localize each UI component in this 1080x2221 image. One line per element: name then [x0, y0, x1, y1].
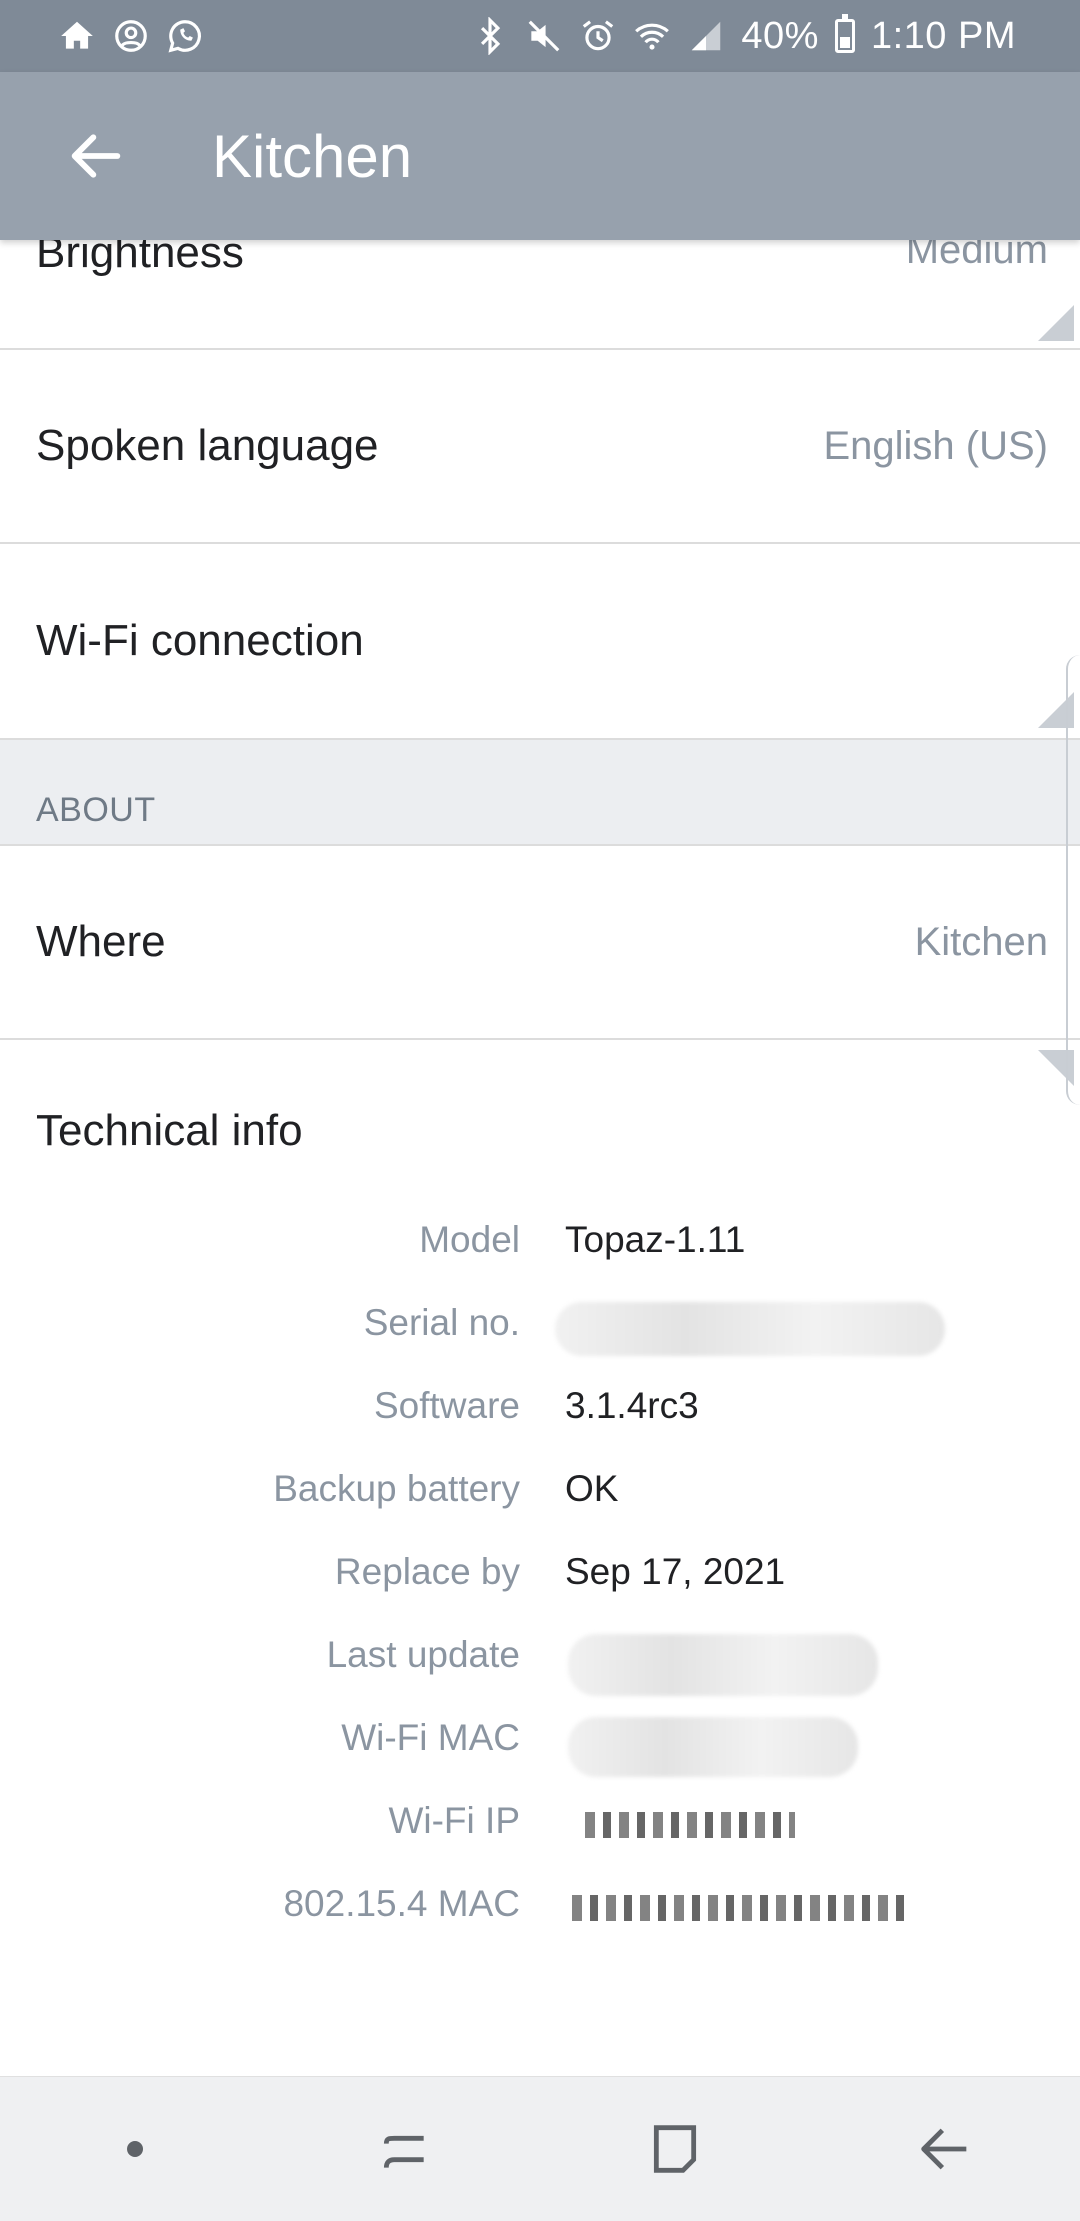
page-title: Kitchen	[212, 122, 413, 190]
info-row-serial: Serial no.	[0, 1288, 1080, 1371]
recent-apps-icon	[383, 2135, 424, 2168]
redacted-value	[585, 1812, 795, 1838]
info-key: 802.15.4 MAC	[283, 1883, 520, 1924]
wifi-connection-label: Wi-Fi connection	[36, 616, 364, 665]
battery-percent: 40%	[741, 14, 819, 57]
status-left-icons	[58, 17, 204, 55]
redacted-value	[568, 1717, 858, 1777]
info-key: Serial no.	[363, 1302, 520, 1343]
arrow-left-icon	[71, 134, 121, 178]
info-key: Model	[419, 1219, 520, 1260]
clock: 1:10 PM	[870, 14, 1016, 57]
signal-icon	[687, 17, 725, 55]
info-row-802154-mac: 802.15.4 MAC	[0, 1869, 1080, 1952]
info-value: 3.1.4rc3	[565, 1385, 699, 1426]
scrollbar[interactable]	[1066, 655, 1080, 1105]
info-key: Last update	[326, 1634, 520, 1675]
bluetooth-icon	[471, 17, 509, 55]
info-row-model: Model Topaz-1.11	[0, 1205, 1080, 1288]
info-row-replace-by: Replace by Sep 17, 2021	[0, 1537, 1080, 1620]
redacted-value	[572, 1895, 907, 1921]
where-label: Where	[36, 917, 166, 966]
technical-info-list: Model Topaz-1.11 Serial no. Software 3.1…	[0, 1205, 1080, 1952]
navigation-bar	[0, 2076, 1080, 2221]
redacted-value	[568, 1634, 878, 1696]
about-section-header: ABOUT	[0, 740, 1080, 846]
technical-info-title: Technical info	[36, 1106, 303, 1155]
brightness-corner-indicator	[1038, 305, 1074, 341]
info-key: Wi-Fi IP	[388, 1800, 520, 1841]
status-bar: 40% 1:10 PM	[0, 0, 1080, 72]
home-button[interactable]	[620, 2094, 730, 2204]
nav-dot-button[interactable]	[80, 2094, 190, 2204]
info-value: OK	[565, 1468, 619, 1509]
spoken-language-row[interactable]: Spoken language English (US)	[0, 350, 1080, 544]
about-section-title: ABOUT	[36, 791, 156, 829]
info-row-wifi-ip: Wi-Fi IP	[0, 1786, 1080, 1869]
spoken-language-label: Spoken language	[36, 421, 379, 470]
wifi-icon	[633, 17, 671, 55]
wifi-connection-row[interactable]: Wi-Fi connection	[0, 544, 1080, 740]
info-key: Replace by	[334, 1551, 520, 1592]
home-square-icon	[653, 2125, 697, 2173]
info-row-software: Software 3.1.4rc3	[0, 1371, 1080, 1454]
info-row-wifi-mac: Wi-Fi MAC	[0, 1703, 1080, 1786]
info-value: Sep 17, 2021	[565, 1551, 786, 1592]
redacted-value	[555, 1302, 945, 1356]
recent-apps-button[interactable]	[350, 2094, 460, 2204]
mute-icon	[525, 17, 563, 55]
back-button[interactable]	[48, 108, 144, 204]
home-icon	[58, 17, 96, 55]
status-right-icons: 40% 1:10 PM	[471, 14, 1016, 58]
info-key: Backup battery	[273, 1468, 520, 1509]
where-row[interactable]: Where Kitchen	[0, 846, 1080, 1040]
battery-icon	[834, 14, 855, 53]
back-arrow-icon	[921, 2128, 967, 2170]
info-row-backup-battery: Backup battery OK	[0, 1454, 1080, 1537]
app-bar: Kitchen	[0, 72, 1080, 240]
spoken-language-value: English (US)	[823, 423, 1048, 468]
account-circle-icon	[112, 17, 150, 55]
alarm-icon	[579, 17, 617, 55]
info-key: Wi-Fi MAC	[341, 1717, 520, 1758]
whatsapp-icon	[166, 17, 204, 55]
dot-icon	[127, 2141, 143, 2157]
info-row-last-update: Last update	[0, 1620, 1080, 1703]
info-key: Software	[373, 1385, 520, 1426]
system-back-button[interactable]	[890, 2094, 1000, 2204]
where-value: Kitchen	[914, 919, 1048, 964]
info-value: Topaz-1.11	[565, 1219, 746, 1260]
